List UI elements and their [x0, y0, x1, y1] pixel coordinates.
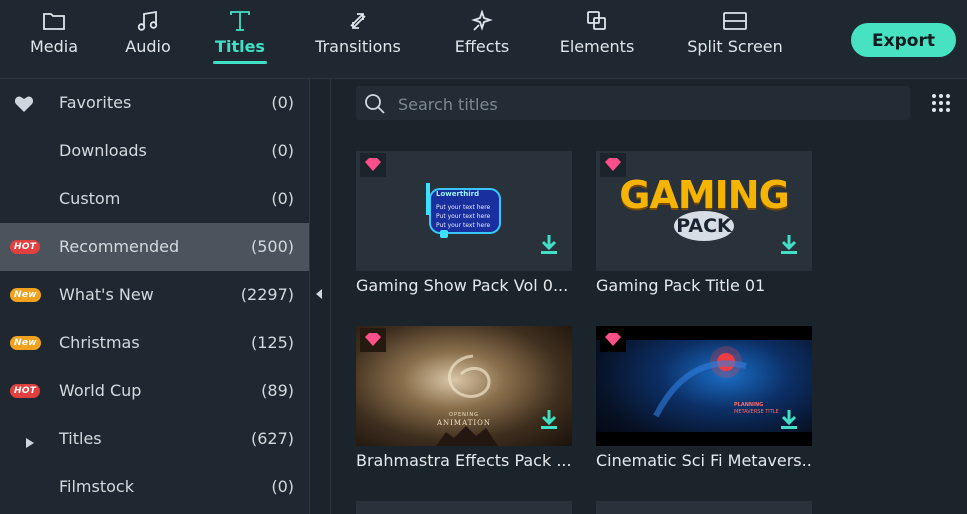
tab-media[interactable]: Media	[23, 10, 85, 74]
sidebar-item-recommended[interactable]: HOT Recommended (500)	[0, 223, 309, 271]
title-thumbnail: GAMING PACK	[596, 151, 812, 271]
hot-badge: HOT	[10, 240, 41, 254]
title-thumbnail: Lowerthird Put your text here Put your t…	[356, 151, 572, 271]
premium-gem-icon	[600, 153, 626, 181]
expand-triangle-icon[interactable]	[26, 433, 34, 452]
sidebar-item-downloads[interactable]: Downloads (0)	[0, 127, 309, 175]
text-t-icon	[210, 10, 270, 36]
card-title: Cinematic Sci Fi Metavers...	[596, 451, 812, 470]
layers-icon	[558, 10, 636, 36]
download-icon[interactable]	[780, 233, 798, 259]
grid-view-icon[interactable]	[931, 93, 951, 117]
tab-elements[interactable]: Elements	[558, 10, 636, 74]
sparkle-icon	[452, 10, 512, 36]
download-icon[interactable]	[780, 408, 798, 434]
title-card[interactable]: OPENING ANIMATION Brahmastra Effects Pac…	[356, 326, 572, 470]
new-badge: New	[10, 336, 41, 350]
export-button[interactable]: Export	[851, 23, 956, 57]
card-title: Gaming Pack Title 01	[596, 276, 766, 295]
heart-icon	[14, 95, 34, 117]
title-card[interactable]: PLANNING METAVERSE TITLE Cinematic Sci F…	[596, 326, 812, 470]
search-input[interactable]	[396, 92, 900, 116]
split-screen-icon	[686, 10, 784, 36]
tab-transitions[interactable]: Transitions	[312, 10, 404, 74]
new-badge: New	[10, 288, 41, 302]
hot-badge: HOT	[10, 384, 41, 398]
sidebar-item-whats-new[interactable]: New What's New (2297)	[0, 271, 309, 319]
title-card[interactable]	[596, 501, 812, 514]
download-icon[interactable]	[540, 408, 558, 434]
premium-gem-icon	[600, 328, 626, 356]
collapse-arrow-icon[interactable]	[316, 289, 322, 299]
download-icon[interactable]	[540, 233, 558, 259]
sidebar-item-favorites[interactable]: Favorites (0)	[0, 79, 309, 127]
card-title: Brahmastra Effects Pack ...	[356, 451, 572, 470]
sidebar-item-christmas[interactable]: New Christmas (125)	[0, 319, 309, 367]
sidebar-item-titles[interactable]: Titles (627)	[0, 415, 309, 463]
tab-audio[interactable]: Audio	[120, 10, 176, 74]
category-sidebar: Favorites (0) Downloads (0) Custom (0) H…	[0, 79, 309, 514]
title-card[interactable]	[356, 501, 572, 514]
title-card[interactable]: GAMING PACK Gaming Pack Title 01	[596, 151, 812, 295]
active-tab-indicator	[213, 61, 267, 64]
titles-library: Lowerthird Put your text here Put your t…	[331, 79, 967, 514]
tab-titles[interactable]: Titles	[210, 10, 270, 74]
music-note-icon	[120, 10, 176, 36]
sidebar-item-custom[interactable]: Custom (0)	[0, 175, 309, 223]
top-toolbar: Media Audio Titles Transitions Effects E…	[0, 0, 967, 79]
premium-gem-icon	[360, 328, 386, 356]
search-icon	[364, 93, 386, 119]
tab-effects[interactable]: Effects	[452, 10, 512, 74]
folder-icon	[23, 10, 85, 36]
title-thumbnail: OPENING ANIMATION	[356, 326, 572, 446]
tab-split-screen[interactable]: Split Screen	[686, 10, 784, 74]
premium-gem-icon	[360, 153, 386, 181]
title-thumbnail: PLANNING METAVERSE TITLE	[596, 326, 812, 446]
transition-arrows-icon	[312, 10, 404, 36]
sidebar-item-filmstock[interactable]: Filmstock (0)	[0, 463, 309, 511]
title-card[interactable]: Lowerthird Put your text here Put your t…	[356, 151, 572, 295]
sidebar-collapse-splitter[interactable]	[309, 79, 331, 514]
search-bar	[356, 86, 910, 120]
card-title: Gaming Show Pack Vol 0...	[356, 276, 569, 295]
sidebar-item-world-cup[interactable]: HOT World Cup (89)	[0, 367, 309, 415]
